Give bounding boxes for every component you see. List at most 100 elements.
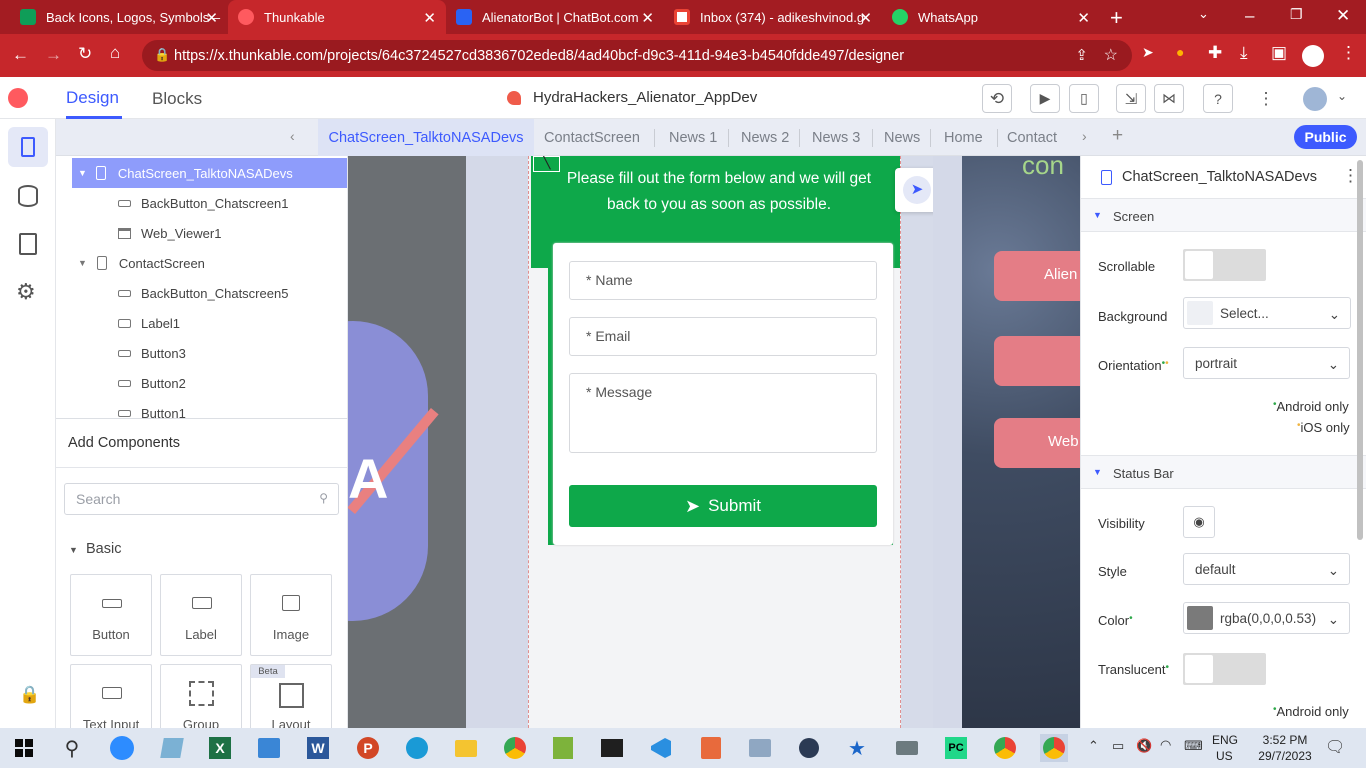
pycharm-icon[interactable]: PC	[945, 737, 967, 759]
background-select[interactable]: Select... ⌄	[1183, 297, 1351, 329]
share-button[interactable]: ⋈	[1154, 84, 1184, 113]
language-indicator[interactable]: ENG US	[1212, 732, 1238, 764]
tab-screen-chat[interactable]: ChatScreen_TalktoNASADevs	[318, 119, 534, 156]
close-window-icon[interactable]: ✕	[1336, 6, 1350, 26]
collapse-arrow-icon[interactable]: ▼	[78, 258, 87, 268]
clock[interactable]: 3:52 PM 29/7/2023	[1254, 732, 1316, 764]
windows-start-icon[interactable]	[10, 734, 38, 762]
message-input[interactable]: * Message	[569, 373, 877, 453]
database-icon[interactable]	[18, 185, 38, 207]
browser-tab-gmail[interactable]: Inbox (374) - adikeshvinod.g ✕	[664, 0, 882, 34]
minimize-icon[interactable]: –	[1245, 6, 1254, 26]
component-button[interactable]: Button	[70, 574, 152, 656]
back-icon[interactable]: ←	[12, 45, 29, 65]
thunkable-logo[interactable]	[8, 88, 28, 108]
component-layout[interactable]: Beta Layout	[250, 664, 332, 728]
live-test-button[interactable]: ▯	[1069, 84, 1099, 113]
browser-tab-chatbot[interactable]: AlienatorBot | ChatBot.com ✕	[446, 0, 664, 34]
assets-icon[interactable]	[19, 233, 37, 255]
add-screen-icon[interactable]: +	[1112, 125, 1123, 147]
share-icon[interactable]: ⇪	[1075, 46, 1088, 64]
menu-dots-icon[interactable]: ⋮	[1340, 43, 1357, 63]
tab-blocks[interactable]: Blocks	[152, 89, 202, 109]
component-text-input[interactable]: Text Input	[70, 664, 152, 728]
scroll-left-icon[interactable]: ‹	[290, 128, 295, 144]
design-canvas[interactable]: A ╲ Please fill out the form below and w…	[348, 156, 1080, 728]
tree-item-backbutton1[interactable]: BackButton_Chatscreen1	[56, 188, 347, 218]
tab-screen-news3[interactable]: News 3	[812, 119, 860, 156]
close-icon[interactable]: ✕	[859, 9, 872, 27]
chrome-icon[interactable]	[994, 737, 1016, 759]
terminal-icon[interactable]	[601, 739, 623, 757]
scroll-right-icon[interactable]: ›	[1082, 128, 1087, 144]
app-icon[interactable]	[896, 741, 918, 755]
name-input[interactable]: * Name	[569, 261, 877, 300]
excel-icon[interactable]: X	[209, 737, 231, 759]
visibility-toggle[interactable]: ◉	[1183, 506, 1215, 538]
volume-icon[interactable]: 🔇	[1136, 738, 1152, 754]
tree-item-button3[interactable]: Button3	[56, 338, 347, 368]
edge-icon[interactable]	[406, 737, 428, 759]
tab-screen-contact[interactable]: Contact	[1007, 119, 1057, 156]
download-icon[interactable]: ⤓	[1240, 43, 1248, 63]
orientation-select[interactable]: portrait ⌄	[1183, 347, 1350, 379]
translucent-toggle[interactable]	[1183, 653, 1266, 685]
phone-screen[interactable]: ╲ Please fill out the form below and we …	[528, 156, 901, 728]
store-icon[interactable]	[258, 738, 280, 758]
preview-button[interactable]: ▶	[1030, 84, 1060, 113]
forward-icon[interactable]: →	[45, 45, 62, 65]
keyboard-icon[interactable]: ⌨	[1184, 738, 1203, 754]
history-button[interactable]: ⟲	[982, 84, 1012, 113]
settings-gear-icon[interactable]: ⚙	[16, 279, 36, 305]
tray-expand-icon[interactable]: ⌃	[1088, 738, 1099, 754]
basic-section-title[interactable]: Basic	[86, 541, 121, 557]
browser-tab-sheets[interactable]: Back Icons, Logos, Symbols – ✕	[10, 0, 228, 34]
component-search-input[interactable]: Search ⚲	[64, 483, 339, 515]
reload-icon[interactable]: ↻	[78, 44, 92, 64]
tab-screen-news[interactable]: News	[884, 119, 920, 156]
help-button[interactable]: ?	[1203, 84, 1233, 113]
powerpoint-icon[interactable]: P	[357, 737, 379, 759]
extension-cursor-icon[interactable]: ➤	[1142, 44, 1154, 61]
screen-section-header[interactable]: ▼ Screen	[1081, 198, 1366, 232]
scrollable-toggle[interactable]	[1183, 249, 1266, 281]
color-select[interactable]: rgba(0,0,0,0.53) ⌄	[1183, 602, 1350, 634]
style-select[interactable]: default ⌄	[1183, 553, 1350, 585]
tree-item-label1[interactable]: Label1	[56, 308, 347, 338]
tab-search-icon[interactable]: ⌄	[1198, 6, 1209, 22]
app-icon[interactable]	[701, 737, 721, 759]
tree-item-backbutton5[interactable]: BackButton_Chatscreen5	[56, 278, 347, 308]
app-icon[interactable]	[553, 737, 573, 759]
profile-avatar[interactable]	[1302, 45, 1324, 67]
tab-screen-news1[interactable]: News 1	[669, 119, 717, 156]
statusbar-section-header[interactable]: ▼ Status Bar	[1081, 455, 1366, 489]
wifi-icon[interactable]: ◠	[1160, 737, 1171, 753]
tab-screen-news2[interactable]: News 2	[741, 119, 789, 156]
bookmark-star-icon[interactable]: ☆	[1104, 45, 1118, 65]
component-image[interactable]: Image	[250, 574, 332, 656]
new-tab-icon[interactable]: +	[1110, 5, 1123, 31]
chrome-active-icon[interactable]	[1043, 737, 1065, 759]
screens-nav[interactable]	[8, 127, 48, 167]
select-cursor-icon[interactable]: ➤	[903, 176, 931, 204]
tree-item-button2[interactable]: Button2	[56, 368, 347, 398]
tab-screen-contactscreen[interactable]: ContactScreen	[544, 119, 640, 156]
close-icon[interactable]: ✕	[423, 9, 436, 27]
home-icon[interactable]: ⌂	[110, 43, 120, 63]
file-explorer-icon[interactable]	[455, 739, 477, 757]
submit-button[interactable]: ➤ Submit	[569, 485, 877, 527]
zoom-app-icon[interactable]	[110, 736, 134, 760]
tree-item-button1[interactable]: Button1	[56, 398, 347, 418]
close-icon[interactable]: ✕	[641, 9, 654, 27]
url-field[interactable]: 🔒 https://x.thunkable.com/projects/64c37…	[142, 40, 1132, 71]
download-app-button[interactable]: ⇲	[1116, 84, 1146, 113]
extension-icon[interactable]: ●	[1176, 44, 1184, 60]
tree-item-webviewer1[interactable]: Web_Viewer1	[56, 218, 347, 248]
lock-icon[interactable]: 🔒	[19, 685, 40, 705]
chevron-down-icon[interactable]: ⌄	[1337, 89, 1347, 103]
collapse-arrow-icon[interactable]: ▼	[78, 168, 87, 178]
public-button[interactable]: Public	[1294, 125, 1357, 149]
app-icon[interactable]	[749, 739, 771, 757]
sidepanel-icon[interactable]: ▣	[1271, 43, 1287, 63]
puzzle-icon[interactable]: ✚	[1208, 43, 1222, 63]
